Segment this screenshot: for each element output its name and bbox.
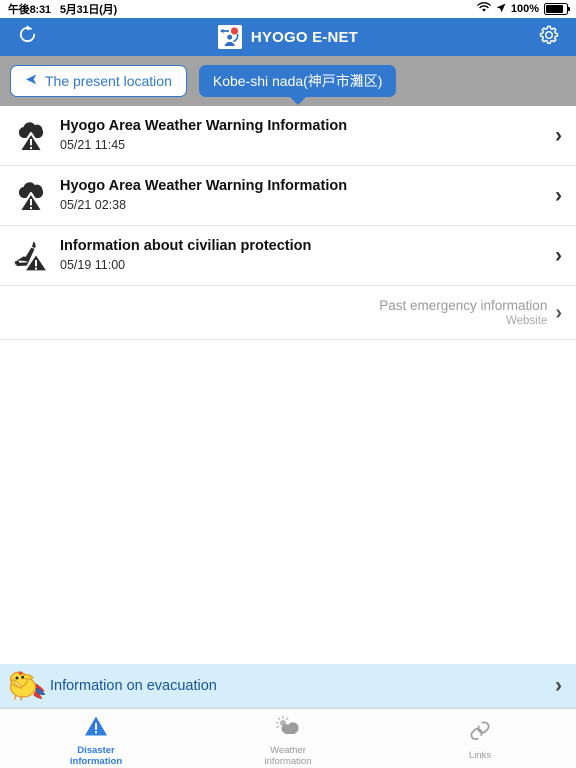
chevron-right-icon: › <box>555 244 562 267</box>
alert-text: Hyogo Area Weather Warning Information 0… <box>54 177 549 214</box>
gear-icon <box>538 24 560 51</box>
chevron-right-icon: › <box>555 124 562 147</box>
alert-timestamp: 05/19 11:00 <box>60 258 126 272</box>
tab-label: Links <box>468 750 492 761</box>
refresh-icon <box>17 24 38 50</box>
app-header: HYOGO E-NET <box>0 18 576 56</box>
tab-disaster-information[interactable]: Disaster information <box>0 709 192 768</box>
warning-triangle-icon <box>84 715 108 742</box>
location-tab-label: Kobe-shi nada(神戸市灘区) <box>212 73 383 89</box>
past-link-text: Past emergency information Website <box>379 297 547 329</box>
chevron-right-icon: › <box>555 184 562 207</box>
yellow-bird-mascot-icon <box>6 666 46 706</box>
past-link-title: Past emergency information <box>379 297 548 313</box>
tab-weather-information[interactable]: Weather information <box>192 709 384 768</box>
alert-timestamp: 05/21 11:45 <box>60 138 126 152</box>
location-tab-label: The present location <box>45 73 172 89</box>
alert-list: Hyogo Area Weather Warning Information 0… <box>0 106 576 340</box>
table-row[interactable]: Information about civilian protection 05… <box>0 226 576 286</box>
status-bar-right: 100% <box>477 2 570 16</box>
location-tab-present-location[interactable]: The present location <box>10 65 187 97</box>
tab-links[interactable]: Links <box>384 709 576 768</box>
page-title: HYOGO E-NET <box>250 28 359 46</box>
tab-label: Weather information <box>264 744 312 767</box>
alert-timestamp: 05/21 02:38 <box>60 198 127 212</box>
tab-label: Disaster information <box>69 744 123 767</box>
location-tab-bar: The present location Kobe-shi nada(神戸市灘区… <box>0 56 576 106</box>
chevron-right-icon: › <box>555 301 562 324</box>
past-link-subtitle: Website <box>505 314 548 327</box>
refresh-button[interactable] <box>12 22 42 52</box>
cloud-warning-icon <box>10 114 54 158</box>
status-date: 5月31日(月) <box>59 4 117 16</box>
chain-link-icon <box>468 720 492 747</box>
header-brand: HYOGO E-NET <box>217 25 359 49</box>
status-bar-left: 午後8:31 5月31日(月) <box>8 1 117 17</box>
location-arrow-icon <box>496 3 506 16</box>
content-empty-area <box>0 340 576 664</box>
status-time: 午後8:31 <box>8 4 51 16</box>
cloud-warning-icon <box>10 174 54 218</box>
alert-title: Hyogo Area Weather Warning Information <box>60 178 348 194</box>
evacuation-banner[interactable]: Information on evacuation › <box>0 664 576 708</box>
battery-full-icon <box>544 3 570 15</box>
app-root: 午後8:31 5月31日(月) 100% HYOGO E-NET The pre… <box>0 0 576 768</box>
past-emergency-information-link[interactable]: Past emergency information Website › <box>0 286 576 340</box>
alert-text: Hyogo Area Weather Warning Information 0… <box>54 117 549 154</box>
alert-title: Hyogo Area Weather Warning Information <box>60 118 348 134</box>
missile-warning-icon <box>10 234 54 278</box>
evacuation-banner-label: Information on evacuation <box>50 677 217 694</box>
bottom-tab-bar: Disaster information Weather information <box>0 708 576 768</box>
table-row[interactable]: Hyogo Area Weather Warning Information 0… <box>0 106 576 166</box>
alert-text: Information about civilian protection 05… <box>54 237 549 274</box>
chevron-right-icon: › <box>555 674 562 697</box>
battery-percent: 100% <box>510 3 539 15</box>
alert-title: Information about civilian protection <box>60 238 312 254</box>
wifi-icon <box>477 2 491 16</box>
table-row[interactable]: Hyogo Area Weather Warning Information 0… <box>0 166 576 226</box>
location-tab-kobe-shi-nada[interactable]: Kobe-shi nada(神戸市灘区) <box>198 65 397 97</box>
settings-button[interactable] <box>534 22 564 52</box>
navigation-arrow-icon <box>25 73 38 89</box>
sun-cloud-icon <box>275 715 301 742</box>
hyogo-enet-logo-icon <box>217 25 242 49</box>
status-bar: 午後8:31 5月31日(月) 100% <box>0 0 576 18</box>
